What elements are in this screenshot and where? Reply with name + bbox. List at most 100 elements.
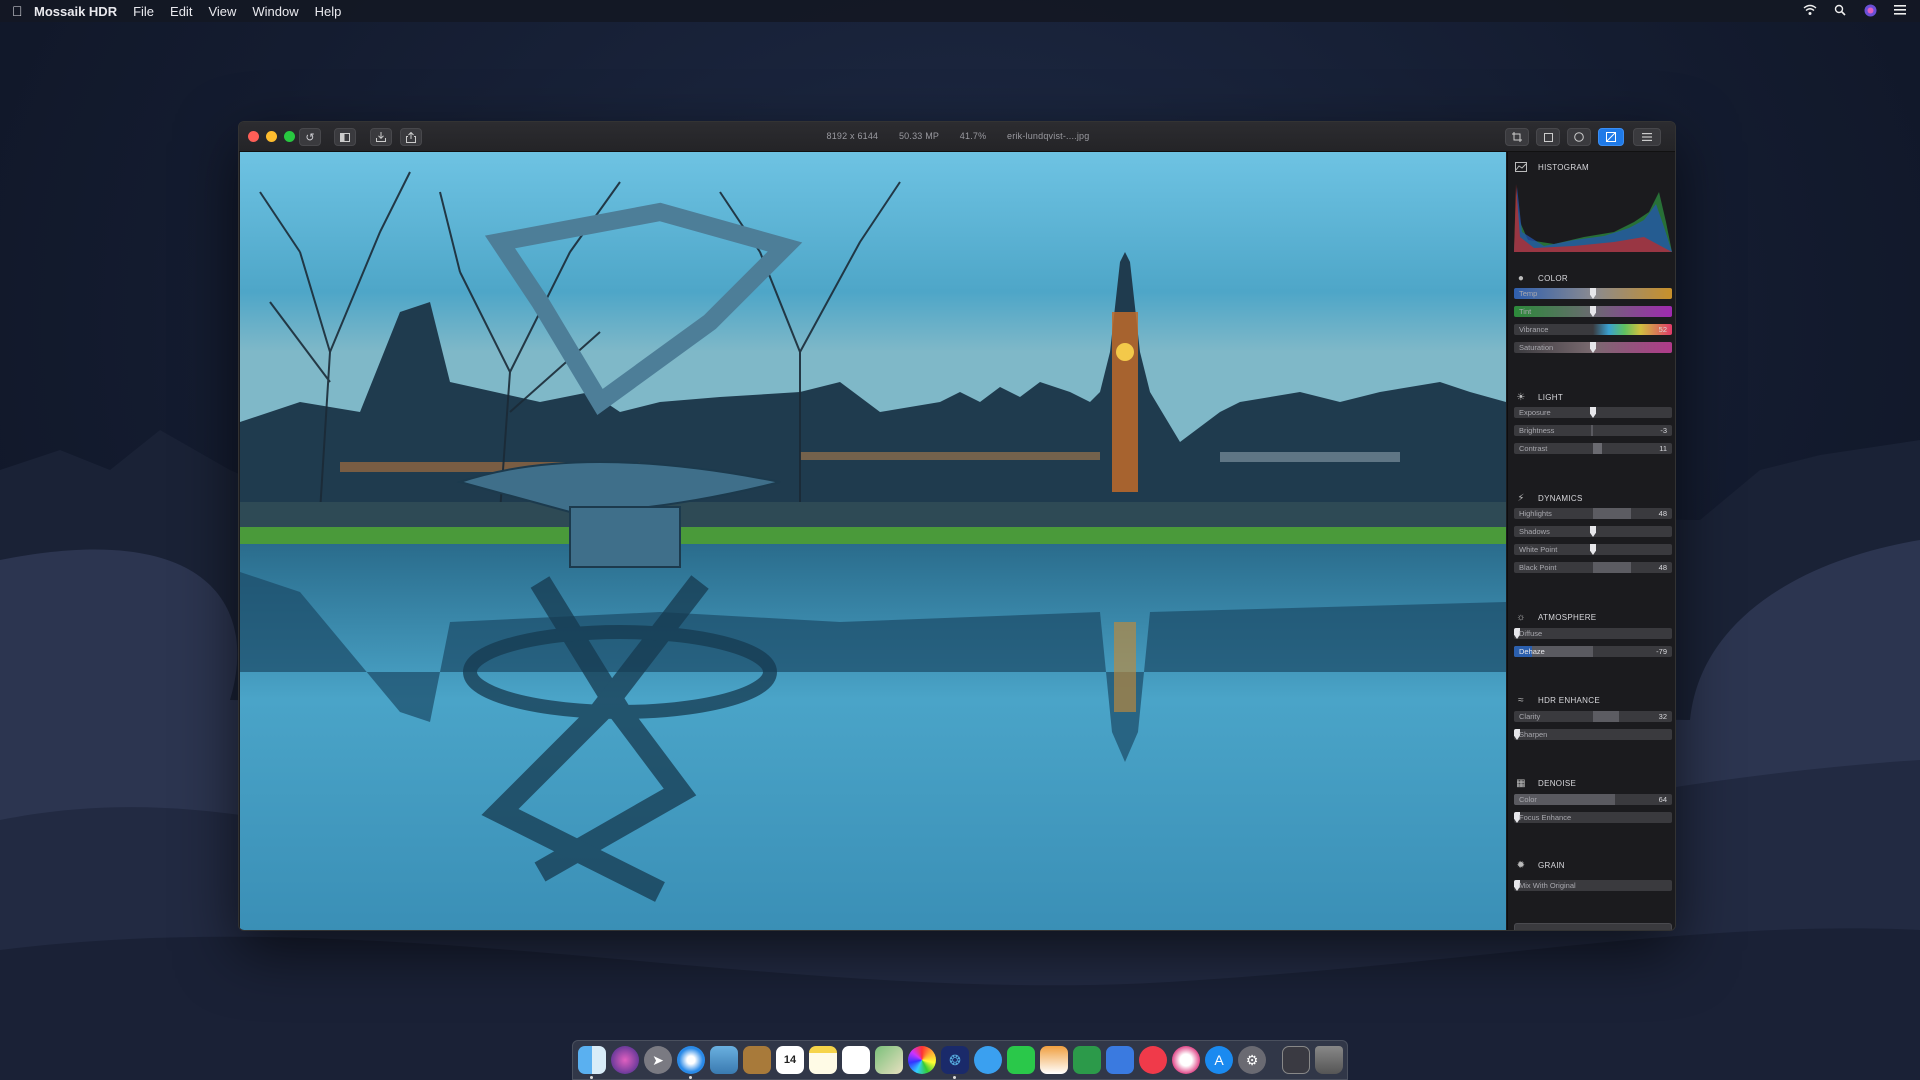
slider-knob[interactable] bbox=[1590, 342, 1596, 353]
photo-canvas[interactable] bbox=[240, 152, 1506, 931]
slider-value: -3 bbox=[1660, 426, 1667, 435]
launchpad-icon[interactable]: ➤ bbox=[644, 1046, 672, 1074]
temp-slider[interactable]: Temp bbox=[1514, 288, 1672, 299]
facetime-icon[interactable] bbox=[1007, 1046, 1035, 1074]
siri-icon[interactable] bbox=[611, 1046, 639, 1074]
brightness-slider[interactable]: Brightness -3 bbox=[1514, 425, 1672, 436]
color-header[interactable]: ● COLOR bbox=[1514, 270, 1568, 286]
maps-icon[interactable] bbox=[875, 1046, 903, 1074]
trash-icon[interactable] bbox=[1315, 1046, 1343, 1074]
slider-label: Focus Enhance bbox=[1519, 813, 1572, 822]
slider-value: 32 bbox=[1658, 712, 1667, 721]
safari-icon[interactable] bbox=[677, 1046, 705, 1079]
undo-history-button[interactable]: ↺ bbox=[299, 128, 321, 146]
keynote-icon[interactable] bbox=[1106, 1046, 1134, 1074]
denoise-color-slider[interactable]: Color 64 bbox=[1514, 794, 1672, 805]
file-name: erik-lundqvist-....jpg bbox=[1007, 131, 1090, 141]
slider-knob[interactable] bbox=[1590, 407, 1596, 418]
pages-icon[interactable] bbox=[1040, 1046, 1068, 1074]
radial-mask-button[interactable] bbox=[1567, 128, 1591, 146]
share-icon bbox=[406, 131, 416, 143]
system-preferences-icon[interactable]: ⚙ bbox=[1238, 1046, 1266, 1074]
crop-tool-button[interactable] bbox=[1505, 128, 1529, 146]
share-button[interactable] bbox=[400, 128, 422, 146]
diffuse-slider[interactable]: Diffuse bbox=[1514, 628, 1672, 639]
slider-knob[interactable] bbox=[1590, 306, 1596, 317]
news-icon[interactable] bbox=[1139, 1046, 1167, 1074]
atmosphere-header[interactable]: ☼ ATMOSPHERE bbox=[1514, 609, 1596, 625]
dynamics-title: DYNAMICS bbox=[1538, 493, 1583, 503]
preview-icon[interactable] bbox=[710, 1046, 738, 1074]
apple-menu-icon[interactable]:  bbox=[12, 3, 34, 19]
grain-header[interactable]: ✹ GRAIN bbox=[1514, 857, 1565, 873]
zoom-window-button[interactable] bbox=[284, 131, 295, 142]
histogram-title: HISTOGRAM bbox=[1538, 162, 1590, 172]
focus-enhance-slider[interactable]: Focus Enhance bbox=[1514, 812, 1672, 823]
presets-list-button[interactable] bbox=[1633, 128, 1661, 146]
slider-knob[interactable] bbox=[1590, 526, 1596, 537]
reminders-icon[interactable] bbox=[842, 1046, 870, 1074]
spotlight-search-icon[interactable] bbox=[1832, 4, 1848, 18]
slider-knob[interactable] bbox=[1590, 288, 1596, 299]
adjustments-button[interactable] bbox=[1598, 128, 1624, 146]
menu-app-name[interactable]: Mossaik HDR bbox=[34, 4, 117, 19]
noise-grid-icon: ▦ bbox=[1516, 777, 1526, 789]
shadows-slider[interactable]: Shadows bbox=[1514, 526, 1672, 537]
sharpen-slider[interactable]: Sharpen bbox=[1514, 729, 1672, 740]
contrast-slider[interactable]: Contrast 11 bbox=[1514, 443, 1672, 454]
light-header[interactable]: ☀ LIGHT bbox=[1514, 389, 1563, 405]
menu-file[interactable]: File bbox=[133, 4, 154, 19]
itunes-icon[interactable]: ♫ bbox=[1172, 1046, 1200, 1074]
compare-button[interactable] bbox=[334, 128, 356, 146]
slider-fill bbox=[1593, 508, 1631, 519]
clarity-slider[interactable]: Clarity 32 bbox=[1514, 711, 1672, 722]
adjustments-sidebar: HISTOGRAM ● COLOR Temp Tint Vibrance 52 … bbox=[1507, 152, 1675, 930]
calendar-day: 14 bbox=[783, 1054, 797, 1066]
notes-icon[interactable] bbox=[809, 1046, 837, 1074]
numbers-icon[interactable] bbox=[1073, 1046, 1101, 1074]
tint-slider[interactable]: Tint bbox=[1514, 306, 1672, 317]
dehaze-slider[interactable]: Dehaze -79 bbox=[1514, 646, 1672, 657]
hdr-enhance-header[interactable]: ≈ HDR ENHANCE bbox=[1514, 692, 1600, 708]
zoom-level: 41.7% bbox=[959, 131, 987, 141]
vibrance-slider[interactable]: Vibrance 52 bbox=[1514, 324, 1672, 335]
close-window-button[interactable] bbox=[248, 131, 259, 142]
menu-window[interactable]: Window bbox=[252, 4, 298, 19]
messages-icon[interactable] bbox=[974, 1046, 1002, 1074]
menu-edit[interactable]: Edit bbox=[170, 4, 192, 19]
slider-fill bbox=[1593, 562, 1631, 573]
split-view-icon bbox=[340, 132, 350, 142]
sun-haze-icon: ☼ bbox=[1516, 611, 1526, 623]
slider-knob[interactable] bbox=[1590, 544, 1596, 555]
slider-label: White Point bbox=[1519, 545, 1558, 554]
denoise-header[interactable]: ▦ DENOISE bbox=[1514, 775, 1576, 791]
menu-view[interactable]: View bbox=[208, 4, 236, 19]
menu-help[interactable]: Help bbox=[315, 4, 342, 19]
image-dimensions: 8192 x 6144 bbox=[826, 131, 879, 141]
notebook-icon[interactable] bbox=[743, 1046, 771, 1074]
mix-with-original-slider[interactable]: Mix With Original bbox=[1514, 880, 1672, 891]
saturation-slider[interactable]: Saturation bbox=[1514, 342, 1672, 353]
screenshot-icon[interactable] bbox=[1282, 1046, 1310, 1074]
highlights-slider[interactable]: Highlights 48 bbox=[1514, 508, 1672, 519]
rectangle-mask-button[interactable] bbox=[1536, 128, 1560, 146]
waves-icon: ≈ bbox=[1518, 694, 1524, 706]
black-point-slider[interactable]: Black Point 48 bbox=[1514, 562, 1672, 573]
calendar-icon[interactable]: 14 bbox=[776, 1046, 804, 1074]
siri-menubar-icon[interactable] bbox=[1862, 4, 1878, 18]
slider-value: 11 bbox=[1659, 444, 1667, 453]
import-button[interactable] bbox=[370, 128, 392, 146]
exposure-slider[interactable]: Exposure bbox=[1514, 407, 1672, 418]
running-indicator bbox=[689, 1076, 692, 1079]
notification-center-icon[interactable] bbox=[1892, 4, 1908, 18]
app-store-icon[interactable]: A bbox=[1205, 1046, 1233, 1074]
white-point-slider[interactable]: White Point bbox=[1514, 544, 1672, 555]
slider-label: Brightness bbox=[1519, 426, 1555, 435]
finder-icon[interactable] bbox=[578, 1046, 606, 1079]
photos-icon[interactable] bbox=[908, 1046, 936, 1074]
pixelmator-icon[interactable]: ❂ bbox=[941, 1046, 969, 1079]
wifi-icon[interactable] bbox=[1802, 4, 1818, 18]
minimize-window-button[interactable] bbox=[266, 131, 277, 142]
dynamics-header[interactable]: ⚡ DYNAMICS bbox=[1514, 490, 1583, 506]
reset-adjustments-button[interactable]: Reset Adjustments bbox=[1514, 923, 1672, 930]
